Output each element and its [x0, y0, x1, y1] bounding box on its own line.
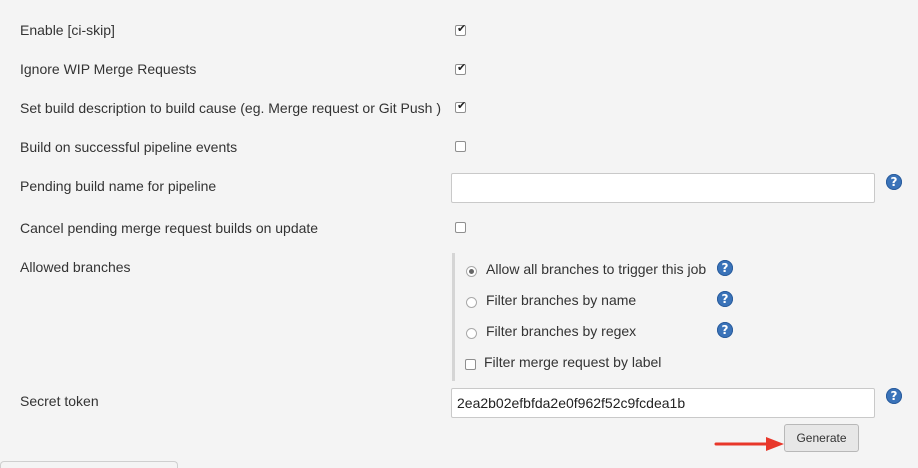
checkbox-ci-skip[interactable]: ✔ [455, 22, 467, 36]
option-label-filter-regex[interactable]: Filter branches by regex [486, 323, 636, 339]
red-arrow-annotation [714, 437, 784, 451]
radio-selected-dot [469, 269, 474, 274]
checkmark-icon: ✔ [457, 61, 467, 74]
label-ci-skip: Enable [ci-skip] [20, 22, 115, 38]
help-icon[interactable]: ? [886, 174, 902, 190]
label-build-description: Set build description to build cause (eg… [20, 100, 441, 116]
checkbox-filter-by-label[interactable] [465, 359, 476, 370]
label-pipeline-events: Build on successful pipeline events [20, 139, 238, 155]
help-icon[interactable]: ? [717, 322, 733, 338]
help-icon[interactable]: ? [717, 260, 733, 276]
option-label-allow-all[interactable]: Allow all branches to trigger this job [486, 261, 706, 277]
radio-allow-all-branches[interactable] [466, 266, 477, 277]
option-label-filter-label[interactable]: Filter merge request by label [484, 354, 661, 370]
radio-filter-by-name[interactable] [466, 297, 477, 308]
label-cancel-pending: Cancel pending merge request builds on u… [20, 220, 319, 236]
option-label-filter-name[interactable]: Filter branches by name [486, 292, 636, 308]
pending-build-name-input[interactable] [451, 173, 875, 203]
checkbox-ignore-wip[interactable]: ✔ [455, 61, 467, 75]
generate-button[interactable]: Generate [784, 424, 859, 452]
checkbox-pipeline-events[interactable] [455, 141, 466, 152]
checkmark-icon: ✔ [457, 99, 467, 112]
checkmark-icon: ✔ [457, 22, 467, 35]
radio-filter-by-regex[interactable] [466, 328, 477, 339]
checkbox-build-description[interactable]: ✔ [455, 99, 467, 113]
label-ignore-wip: Ignore WIP Merge Requests [20, 61, 197, 77]
label-secret-token: Secret token [20, 393, 99, 409]
checkbox-cancel-pending[interactable] [455, 222, 466, 233]
help-icon[interactable]: ? [886, 388, 902, 404]
label-pending-build-name: Pending build name for pipeline [20, 178, 217, 194]
help-icon[interactable]: ? [717, 291, 733, 307]
secret-token-input[interactable]: 2ea2b02efbfda2e0f962f52c9fcdea1b [451, 388, 875, 418]
label-allowed-branches: Allowed branches [20, 259, 131, 275]
